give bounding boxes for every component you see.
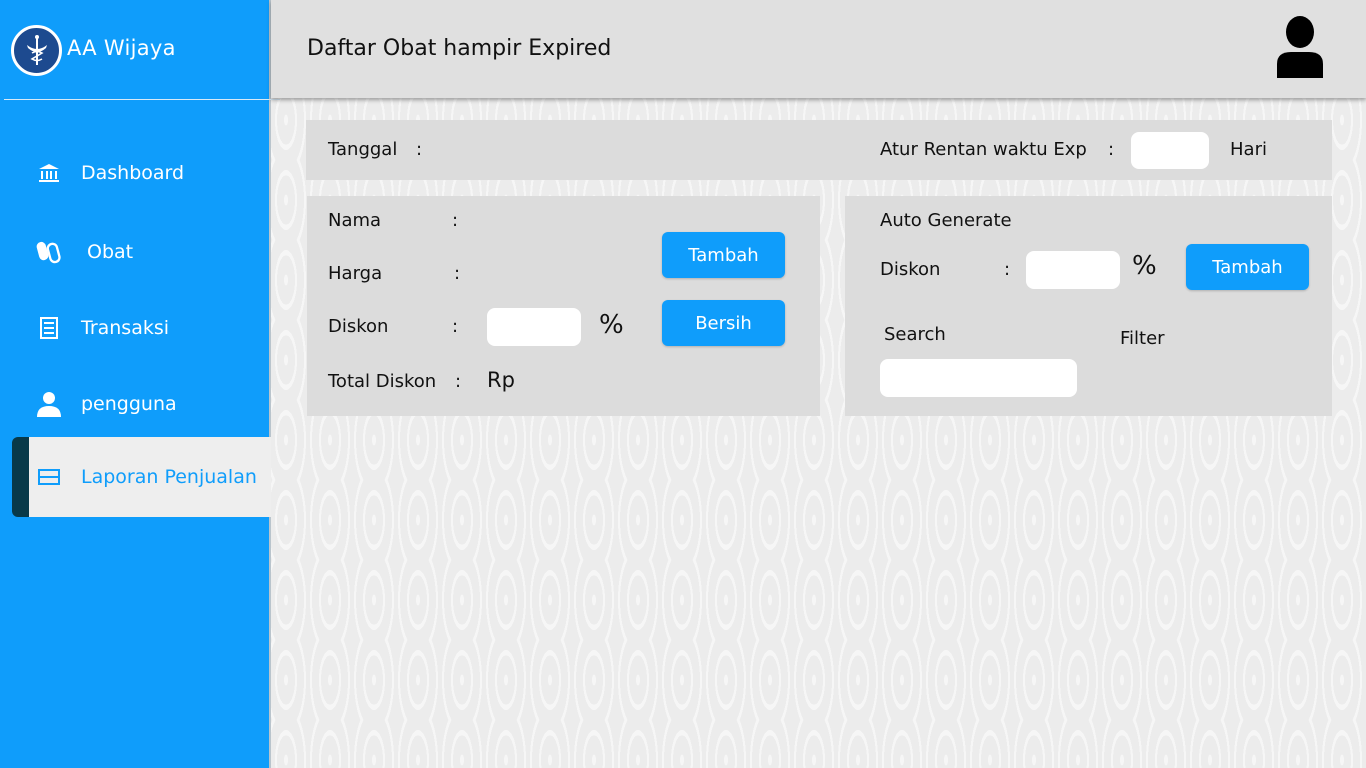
auto-tambah-button[interactable]: Tambah <box>1186 244 1309 290</box>
tanggal-label: Tanggal <box>328 139 398 160</box>
exp-range-input[interactable] <box>1131 132 1209 169</box>
header: Daftar Obat hampir Expired <box>271 0 1366 98</box>
diskon-input[interactable] <box>487 308 581 346</box>
brand: AA Wijaya <box>0 0 271 100</box>
sidebar-item-label: Obat <box>87 241 134 263</box>
search-input[interactable] <box>880 359 1077 397</box>
nama-label: Nama <box>328 210 382 231</box>
range-unit: Hari <box>1230 139 1267 160</box>
diskon-label: Diskon <box>328 316 389 337</box>
currency-label: Rp <box>487 368 515 392</box>
tambah-button[interactable]: Tambah <box>662 232 785 278</box>
sidebar-item-label: pengguna <box>81 393 177 415</box>
nama-colon: : <box>452 210 459 231</box>
pharmacy-caduceus-icon <box>11 25 62 76</box>
receipt-icon <box>36 315 62 341</box>
auto-diskon-colon: : <box>1004 259 1011 280</box>
auto-percent-sign: % <box>1132 251 1157 281</box>
harga-label: Harga <box>328 263 383 284</box>
tanggal-colon: : <box>416 139 423 160</box>
date-range-bar: Tanggal : Atur Rentan waktu Exp : Hari <box>306 120 1332 180</box>
auto-diskon-label: Diskon <box>880 259 941 280</box>
sidebar-item-label: Laporan Penjualan <box>81 466 257 488</box>
sidebar-item-dashboard[interactable]: Dashboard <box>0 143 271 203</box>
range-label: Atur Rentan waktu Exp <box>880 139 1087 160</box>
pills-icon <box>36 239 62 265</box>
harga-colon: : <box>454 263 461 284</box>
user-avatar-icon[interactable] <box>1275 16 1325 78</box>
total-diskon-colon: : <box>455 371 462 392</box>
sidebar-item-laporan-penjualan[interactable]: Laporan Penjualan <box>12 437 271 517</box>
search-label: Search <box>884 324 946 345</box>
auto-diskon-input[interactable] <box>1026 251 1120 289</box>
sidebar-item-label: Dashboard <box>81 162 185 184</box>
sidebar-item-label: Transaksi <box>81 317 170 339</box>
auto-generate-panel: Auto Generate Diskon : % Tambah Search F… <box>845 196 1332 416</box>
sidebar-divider <box>4 99 280 100</box>
list-icon <box>36 464 62 490</box>
filter-label: Filter <box>1120 328 1165 349</box>
app-name: AA Wijaya <box>67 36 176 60</box>
discount-form-panel: Nama : Harga : Diskon : % Total Diskon :… <box>307 196 820 416</box>
bank-icon <box>36 160 62 186</box>
sidebar: AA Wijaya Dashboard Obat Transaksi pengg… <box>0 0 280 768</box>
auto-generate-title: Auto Generate <box>880 210 1012 231</box>
percent-sign: % <box>599 310 624 340</box>
page-title: Daftar Obat hampir Expired <box>307 36 612 61</box>
bersih-button[interactable]: Bersih <box>662 300 785 346</box>
sidebar-item-pengguna[interactable]: pengguna <box>0 374 271 434</box>
user-icon <box>36 391 62 417</box>
sidebar-item-transaksi[interactable]: Transaksi <box>0 298 271 358</box>
diskon-colon: : <box>452 316 459 337</box>
total-diskon-label: Total Diskon <box>328 371 437 392</box>
sidebar-item-obat[interactable]: Obat <box>0 222 271 282</box>
range-colon: : <box>1108 139 1115 160</box>
